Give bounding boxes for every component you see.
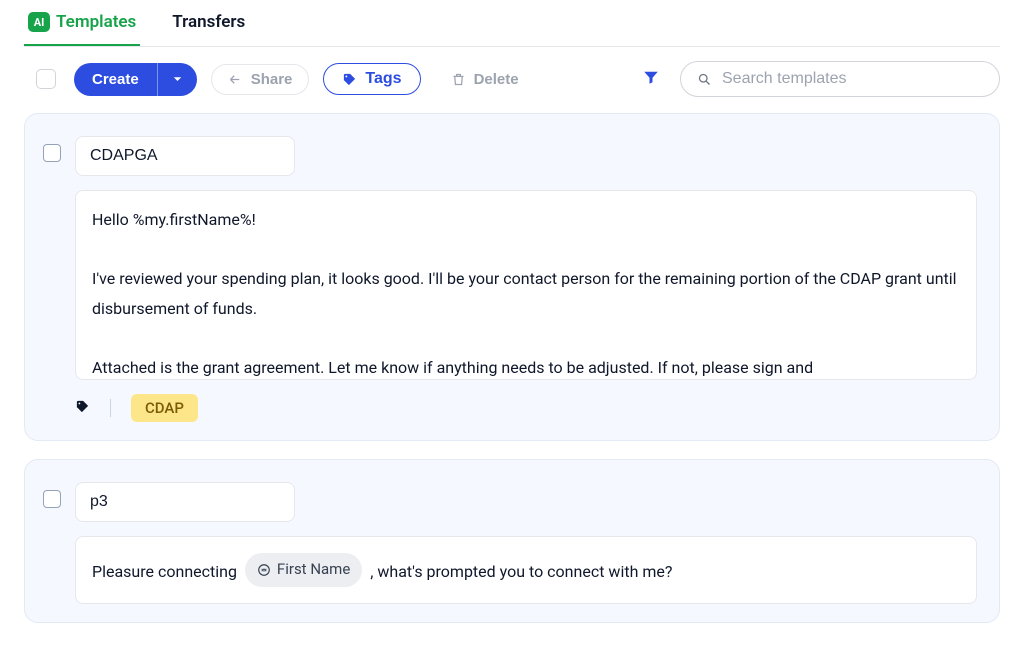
tab-transfers[interactable]: Transfers <box>168 2 249 46</box>
template-title-input[interactable] <box>75 136 295 176</box>
delete-label: Delete <box>474 71 519 88</box>
template-title-input[interactable] <box>75 482 295 522</box>
share-icon <box>228 72 243 87</box>
delete-button[interactable]: Delete <box>435 65 535 94</box>
search-icon <box>697 72 712 87</box>
tag-chip[interactable]: CDAP <box>131 394 198 422</box>
tag-row-icon <box>75 399 90 418</box>
template-card: Pleasure connecting First Name , what's … <box>24 459 1000 623</box>
create-dropdown-button[interactable] <box>157 63 197 96</box>
tag-divider <box>110 399 111 417</box>
tab-transfers-label: Transfers <box>172 12 245 32</box>
filter-button[interactable] <box>636 68 666 91</box>
variable-icon <box>257 563 271 577</box>
body-text-suffix: , what's prompted you to connect with me… <box>370 562 672 581</box>
template-card: Hello %my.firstName%! I've reviewed your… <box>24 113 1000 441</box>
search-box[interactable] <box>680 61 1000 97</box>
ai-badge-icon: AI <box>28 12 50 32</box>
placeholder-chip[interactable]: First Name <box>245 553 362 587</box>
trash-icon <box>451 72 466 87</box>
body-text-prefix: Pleasure connecting <box>92 562 241 581</box>
template-body-textarea[interactable]: Pleasure connecting First Name , what's … <box>75 536 977 604</box>
tab-templates[interactable]: AI Templates <box>24 2 140 46</box>
tab-templates-label: Templates <box>56 12 136 32</box>
tags-label: Tags <box>365 70 401 88</box>
placeholder-label: First Name <box>277 557 350 583</box>
template-body-textarea[interactable]: Hello %my.firstName%! I've reviewed your… <box>75 190 977 380</box>
create-button[interactable]: Create <box>74 63 157 96</box>
toolbar: Create Share Tags Delete <box>24 47 1000 113</box>
tags-button[interactable]: Tags <box>323 63 420 95</box>
select-all-checkbox[interactable] <box>36 69 56 89</box>
template-checkbox[interactable] <box>43 144 61 162</box>
template-checkbox[interactable] <box>43 490 61 508</box>
template-tag-row: CDAP <box>75 394 977 422</box>
filter-icon <box>642 68 660 86</box>
chevron-down-icon <box>170 72 185 87</box>
tag-icon <box>342 72 357 87</box>
search-input[interactable] <box>722 70 983 88</box>
tabs: AI Templates Transfers <box>24 0 1000 47</box>
share-button[interactable]: Share <box>211 64 310 95</box>
create-button-group: Create <box>74 63 197 96</box>
share-label: Share <box>251 71 293 88</box>
